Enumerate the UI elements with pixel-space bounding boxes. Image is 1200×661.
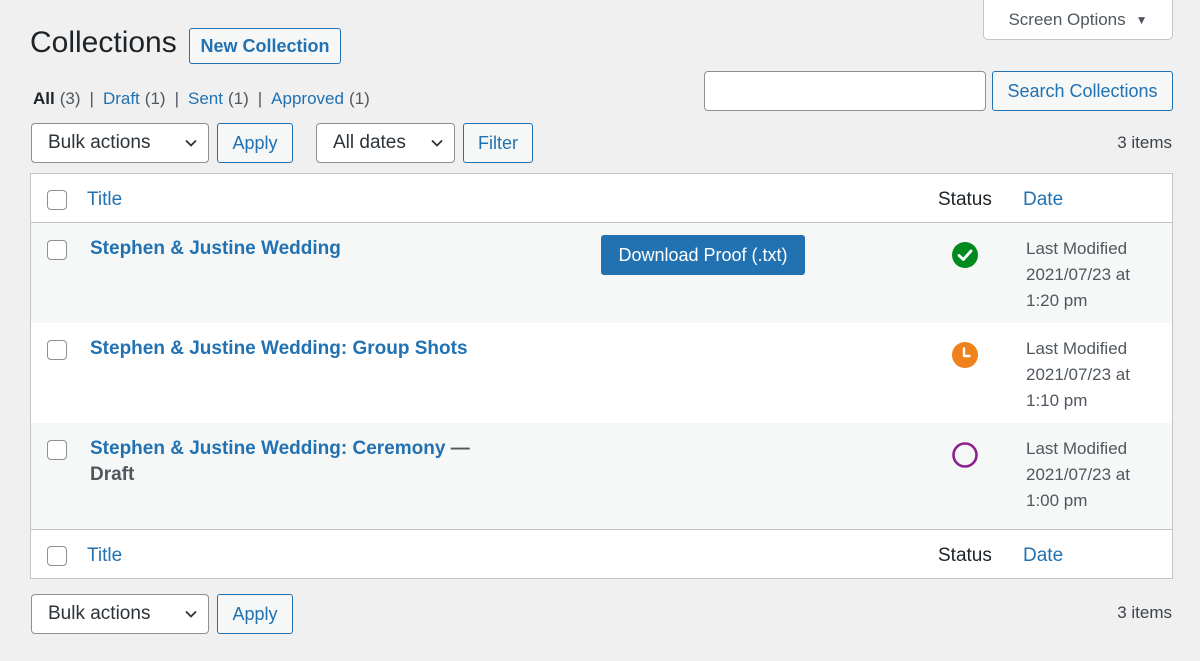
table-row: Stephen & Justine Wedding Download Proof… — [31, 223, 1172, 323]
filter-separator: | — [174, 89, 179, 108]
chevron-down-icon — [185, 610, 197, 618]
date-cell: Last Modified 2021/07/23 at 1:10 pm — [1026, 336, 1166, 414]
table-row: Stephen & Justine Wedding: Ceremony — Dr… — [31, 423, 1172, 529]
bulk-actions-select-bottom[interactable]: Bulk actions — [31, 594, 209, 634]
chevron-down-icon — [185, 139, 197, 147]
row-checkbox[interactable] — [47, 340, 67, 360]
table-row: Stephen & Justine Wedding: Group Shots L… — [31, 323, 1172, 423]
row-checkbox[interactable] — [47, 440, 67, 460]
filter-all-label: All — [33, 89, 55, 108]
items-count: 3 items — [1117, 133, 1172, 152]
date-label: Last Modified — [1026, 439, 1128, 458]
date-value: 2021/07/23 at — [1026, 365, 1130, 384]
table-footer-row: Title Status Date — [31, 529, 1172, 578]
search-collections-button[interactable]: Search Collections — [992, 71, 1173, 111]
table-header-row: Title Status Date — [31, 174, 1172, 223]
filter-approved-label: Approved — [271, 89, 344, 108]
post-state-label: Draft — [90, 464, 135, 485]
items-count-bottom: 3 items — [1117, 603, 1172, 622]
column-header-status: Status — [938, 189, 992, 210]
download-proof-button[interactable]: Download Proof (.txt) — [601, 235, 805, 275]
column-footer-title[interactable]: Title — [87, 545, 122, 567]
row-title-cell: Stephen & Justine Wedding: Ceremony — Dr… — [90, 436, 530, 488]
dates-value: All dates — [333, 132, 406, 153]
bulk-actions-value: Bulk actions — [48, 603, 151, 624]
column-header-date[interactable]: Date — [1023, 189, 1063, 211]
filter-separator: | — [89, 89, 94, 108]
filter-sent-label: Sent — [187, 89, 223, 108]
filter-draft-label: Draft — [102, 89, 140, 108]
caret-down-icon: ▼ — [1135, 12, 1148, 27]
title-dash: — — [450, 438, 470, 459]
date-label: Last Modified — [1026, 239, 1128, 258]
apply-button[interactable]: Apply — [217, 123, 293, 163]
screen-options-label: Screen Options — [1008, 9, 1126, 29]
filter-draft[interactable]: Draft (1) — [103, 89, 166, 109]
dates-select[interactable]: All dates — [316, 123, 455, 163]
filter-approved[interactable]: Approved (1) — [271, 89, 370, 109]
time-value: 1:20 pm — [1026, 291, 1088, 310]
search-input[interactable] — [704, 71, 986, 111]
select-all-checkbox[interactable] — [47, 190, 67, 210]
screen-options-button[interactable]: Screen Options ▼ — [983, 0, 1173, 40]
time-value: 1:10 pm — [1026, 391, 1088, 410]
bulk-actions-select[interactable]: Bulk actions — [31, 123, 209, 163]
filter-all-count: (3) — [59, 89, 81, 108]
column-footer-date[interactable]: Date — [1023, 545, 1063, 567]
column-header-title[interactable]: Title — [87, 189, 122, 211]
select-all-checkbox[interactable] — [47, 546, 67, 566]
filter-all[interactable]: All (3) — [33, 89, 81, 109]
row-checkbox[interactable] — [47, 240, 67, 260]
date-cell: Last Modified 2021/07/23 at 1:00 pm — [1026, 436, 1166, 514]
filter-button[interactable]: Filter — [463, 123, 533, 163]
status-filter-links: All (3) | Draft (1) | Sent (1) | Approve… — [33, 89, 370, 109]
time-value: 1:00 pm — [1026, 491, 1088, 510]
row-title-link[interactable]: Stephen & Justine Wedding — [90, 236, 530, 262]
column-footer-status: Status — [938, 545, 992, 566]
chevron-down-icon — [431, 139, 443, 147]
filter-sent-count: (1) — [227, 89, 249, 108]
date-value: 2021/07/23 at — [1026, 465, 1130, 484]
row-title-link[interactable]: Stephen & Justine Wedding: Group Shots — [90, 336, 530, 362]
filter-separator: | — [257, 89, 263, 108]
apply-button-bottom[interactable]: Apply — [217, 594, 293, 634]
new-collection-button[interactable]: New Collection — [189, 28, 341, 64]
date-label: Last Modified — [1026, 339, 1128, 358]
clock-icon — [952, 342, 978, 368]
page-title: Collections — [30, 26, 177, 59]
empty-circle-icon — [952, 442, 978, 468]
collections-table: Title Status Date Stephen & Justine Wedd… — [30, 173, 1173, 579]
date-value: 2021/07/23 at — [1026, 265, 1130, 284]
filter-sent[interactable]: Sent (1) — [188, 89, 249, 109]
check-circle-icon — [952, 242, 978, 268]
filter-approved-count: (1) — [348, 89, 370, 108]
date-cell: Last Modified 2021/07/23 at 1:20 pm — [1026, 236, 1166, 314]
bulk-actions-value: Bulk actions — [48, 132, 151, 153]
row-title-link[interactable]: Stephen & Justine Wedding: Ceremony — [90, 438, 445, 459]
filter-draft-count: (1) — [144, 89, 166, 108]
